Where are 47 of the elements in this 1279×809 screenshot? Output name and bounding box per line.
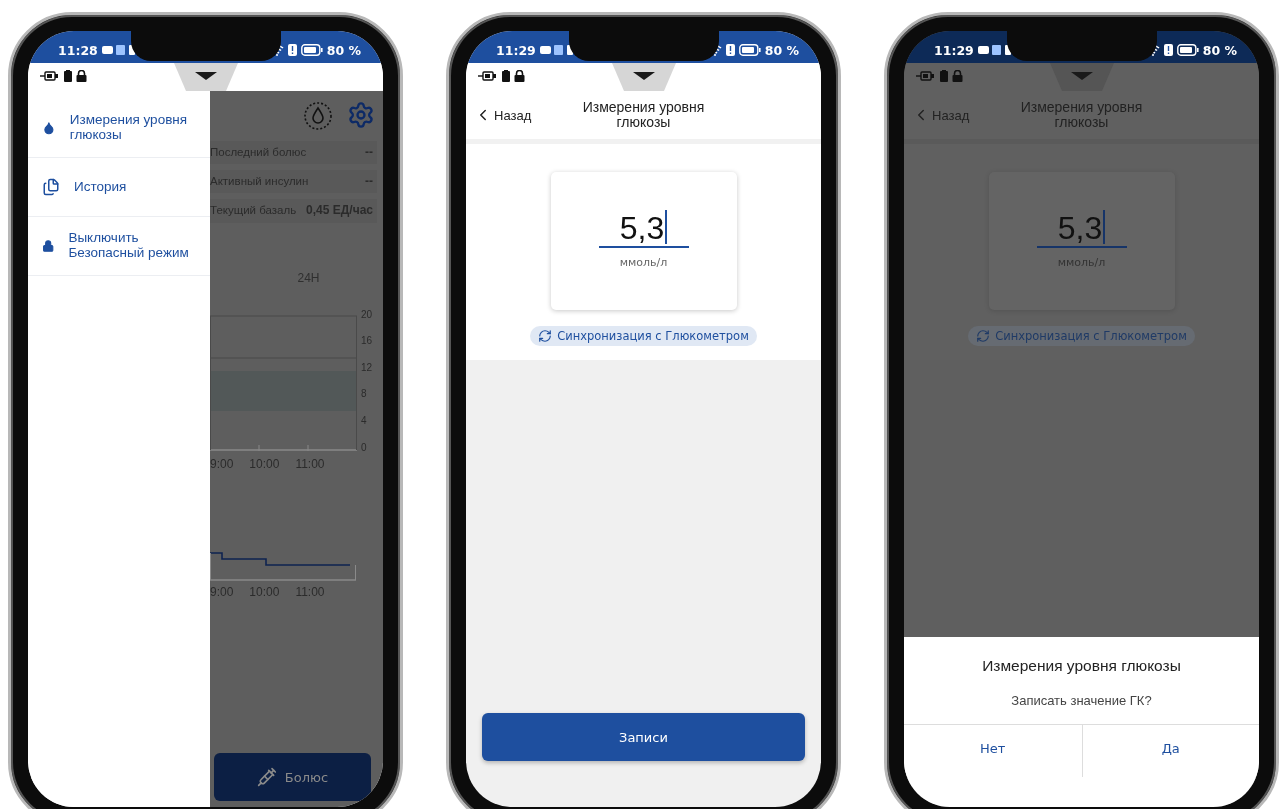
notification-icons (977, 44, 1012, 56)
status-time: 11:29 (934, 42, 974, 58)
bolus-button[interactable]: Болюс (214, 753, 371, 801)
status-time: 11:28 (58, 42, 98, 58)
pump-icon (40, 71, 60, 81)
back-link[interactable]: Назад (474, 106, 532, 124)
pump-icon (478, 71, 498, 81)
drop-in-circle-icon[interactable] (303, 101, 333, 131)
battery-percent: 80 % (764, 42, 799, 58)
screen-title: Измерения уровня глюкозы (1019, 100, 1144, 130)
sync-chip[interactable]: Синхронизация с Глюкометром (530, 326, 757, 346)
records-button[interactable]: Записи (482, 713, 805, 761)
alert-icon (1163, 44, 1173, 56)
pull-down-tab-icon[interactable] (173, 63, 238, 91)
syringe-icon (256, 767, 277, 787)
drop-icon (42, 119, 56, 137)
glucose-value-field[interactable]: 5,3 (598, 210, 689, 248)
battery-icon (300, 44, 323, 56)
alert-icon (725, 44, 735, 56)
dialog-button[interactable]: Да (1081, 725, 1259, 777)
info-value: -- (365, 146, 373, 160)
battery-percent: 80 % (1202, 42, 1237, 58)
battery-icon (64, 70, 72, 82)
pull-down-tab-icon[interactable] (611, 63, 676, 91)
info-value: -- (365, 175, 373, 189)
battery-icon (940, 70, 948, 82)
lock-icon (76, 70, 87, 82)
screen-title: Измерения уровня глюкозы (581, 100, 706, 130)
battery-percent: 80 % (326, 42, 361, 58)
lock-icon (514, 70, 525, 82)
battery-icon (502, 70, 510, 82)
lock-icon (42, 237, 55, 255)
battery-icon (738, 44, 761, 56)
settings-icon[interactable] (347, 101, 375, 129)
dialog-title: Измерения уровня глюкозы (982, 657, 1181, 675)
notification-icons (539, 44, 574, 56)
pump-icon (916, 71, 936, 81)
notification-icons (101, 44, 136, 56)
unit-label: ммоль/л (619, 256, 668, 269)
refresh-icon (538, 329, 553, 343)
alert-icon (287, 44, 297, 56)
battery-icon (1176, 44, 1199, 56)
refresh-icon (976, 329, 991, 343)
dialog-message: Записать значение ГК? (1011, 693, 1152, 708)
status-time: 11:29 (496, 42, 536, 58)
lock-icon (952, 70, 963, 82)
document-icon (42, 178, 60, 196)
